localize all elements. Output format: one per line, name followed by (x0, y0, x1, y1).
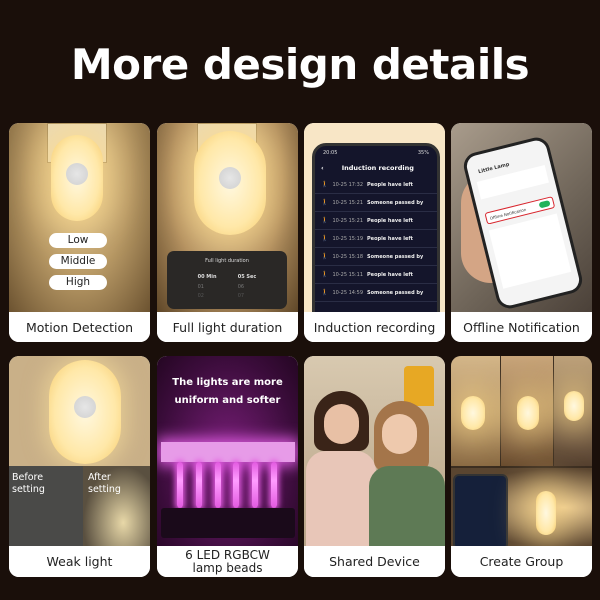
card-caption: Create Group (451, 546, 592, 577)
back-icon[interactable]: ‹ (321, 164, 324, 172)
record-time: 10-25 17:32 (332, 181, 364, 188)
record-event: Someone passed by (367, 289, 424, 296)
panel-title: Full light duration (205, 258, 249, 264)
shared-device-photo (304, 356, 445, 547)
seconds-option: 06 (237, 284, 245, 290)
card-caption: Weak light (9, 546, 150, 577)
caption-line: lamp beads (192, 560, 263, 575)
led-row (177, 462, 277, 508)
create-group-image (451, 356, 592, 547)
level-low: Low (49, 233, 107, 248)
minutes-option: 02 (197, 293, 204, 299)
motion-detection-image: Low Middle High (9, 123, 150, 313)
minutes-value[interactable]: 00 Min (198, 274, 217, 280)
walking-person-icon: 🚶 (321, 235, 329, 242)
led-bead (233, 462, 240, 508)
led-bead (195, 462, 202, 508)
after-label: After setting (88, 472, 121, 495)
setting-label: Offline Notification (489, 206, 527, 221)
led-bead (214, 462, 221, 508)
before-panel: Before setting (9, 466, 83, 547)
card-caption: Offline Notification (451, 312, 592, 342)
record-event: People have left (367, 271, 413, 278)
record-event: People have left (367, 217, 413, 224)
card-led-beads: The lights are more uniform and softer 6… (157, 356, 298, 577)
record-event: Someone passed by (367, 199, 424, 206)
led-bead (177, 462, 183, 508)
before-label: Before setting (12, 472, 45, 495)
led-bead (252, 462, 259, 508)
record-event: Someone passed by (367, 253, 424, 260)
card-shared-device: Shared Device (304, 356, 445, 577)
led-bead (270, 462, 277, 508)
walking-person-icon: 🚶 (321, 253, 329, 260)
record-time: 10-25 15:19 (332, 235, 364, 242)
card-full-light-duration: Full light duration 00 Min 01 02 05 Sec 06 0… (157, 123, 298, 342)
record-time: 10-25 15:11 (332, 271, 364, 278)
card-caption: Motion Detection (9, 312, 150, 342)
level-middle: Middle (49, 254, 107, 269)
diffuser (161, 442, 295, 462)
offline-notification-image: Little Lamp Offline Notification (451, 123, 592, 315)
record-row: 🚶 10-25 14:59 Someone passed by (315, 284, 437, 302)
card-motion-detection: Low Middle High Motion Detection (9, 123, 150, 342)
card-caption: Induction recording (304, 312, 445, 342)
record-time: 10-25 15:18 (332, 253, 364, 260)
weak-light-image: Before setting After setting (9, 356, 150, 547)
walking-person-icon: 🚶 (321, 217, 329, 224)
walking-person-icon: 🚶 (321, 289, 329, 296)
screen-title: Induction recording (341, 164, 414, 172)
full-light-duration-image: Full light duration 00 Min 01 02 05 Sec 06 0… (157, 123, 298, 313)
headline-line: uniform and softer (174, 395, 281, 406)
record-time: 10-25 15:21 (332, 199, 364, 206)
led-beads-image: The lights are more uniform and softer (157, 356, 298, 547)
walking-person-icon: 🚶 (321, 199, 329, 206)
after-panel: After setting (83, 466, 150, 547)
battery-level: 35% (417, 150, 429, 156)
card-weak-light: Before setting After setting Weak light (9, 356, 150, 577)
card-caption: Shared Device (304, 546, 445, 577)
seconds-option: 07 (237, 293, 245, 299)
record-row: 🚶 10-25 15:19 People have left (315, 230, 437, 248)
record-time: 10-25 14:59 (332, 289, 364, 296)
record-row: 🚶 10-25 15:11 People have left (315, 266, 437, 284)
record-row: 🚶 10-25 15:21 People have left (315, 212, 437, 230)
record-row: 🚶 10-25 17:32 People have left (315, 176, 437, 194)
record-row: 🚶 10-25 15:21 Someone passed by (315, 194, 437, 212)
record-event: People have left (367, 235, 413, 242)
minutes-option: 01 (197, 284, 204, 290)
offline-toggle[interactable] (538, 199, 551, 209)
record-time: 10-25 15:21 (332, 217, 364, 224)
headline-line: The lights are more (172, 377, 283, 388)
status-time: 20:05 (323, 150, 338, 156)
page-title: More design details (70, 40, 530, 89)
duration-panel: Full light duration 00 Min 01 02 05 Sec 06 0… (167, 251, 287, 309)
seconds-value[interactable]: 05 Sec (238, 274, 257, 280)
record-event: People have left (367, 181, 413, 188)
card-caption: Full light duration (157, 312, 298, 342)
induction-recording-image: 20:05 35% ‹ Induction recording 🚶 10-25 1… (304, 123, 445, 315)
level-high: High (49, 275, 107, 290)
walking-person-icon: 🚶 (321, 271, 329, 278)
record-list: 🚶 10-25 17:32 People have left 🚶 10-25 15:21… (315, 176, 437, 302)
record-row: 🚶 10-25 15:18 Someone passed by (315, 248, 437, 266)
caption-line: 6 LED RGBCW (185, 547, 270, 562)
card-induction-recording: 20:05 35% ‹ Induction recording 🚶 10-25 1… (304, 123, 445, 342)
card-offline-notification: Little Lamp Offline Notification Offline… (451, 123, 592, 342)
walking-person-icon: 🚶 (321, 181, 329, 188)
card-create-group: Create Group (451, 356, 592, 577)
card-caption: 6 LED RGBCW lamp beads (157, 546, 298, 577)
